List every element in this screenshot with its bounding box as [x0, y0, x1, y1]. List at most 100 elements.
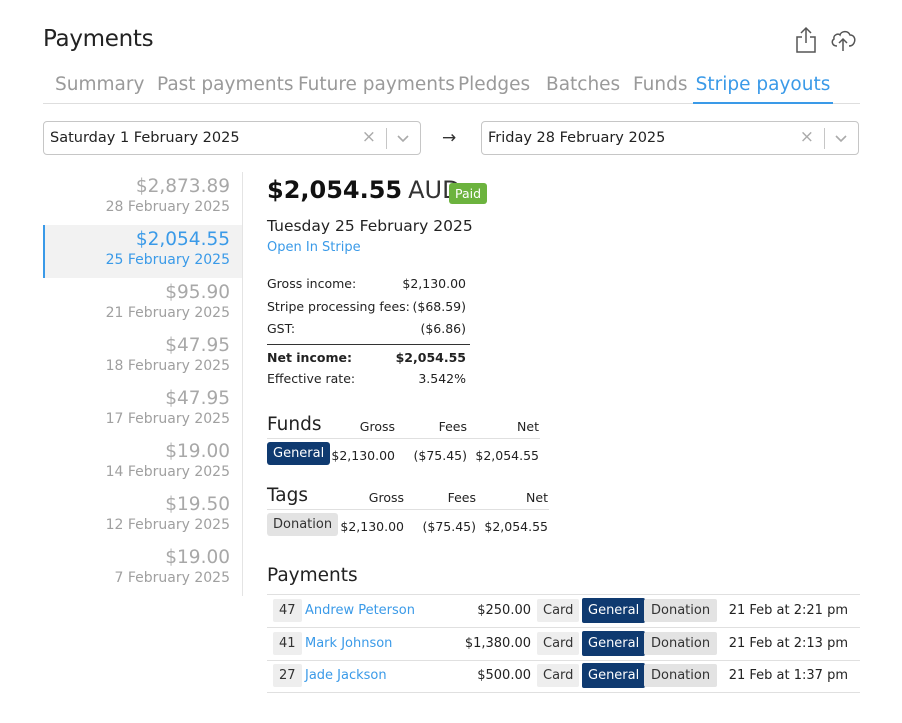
payment-time: 21 Feb at 2:21 pm	[728, 603, 848, 618]
payout-date: 28 February 2025	[105, 199, 230, 215]
payment-fund-chip[interactable]: General	[582, 631, 646, 656]
open-in-stripe-link[interactable]: Open In Stripe	[267, 240, 361, 255]
date-range-arrow: →	[442, 128, 457, 148]
tab-pledges[interactable]: Pledges	[458, 72, 530, 104]
payout-amount: $19.00	[165, 441, 230, 462]
payout-date: 17 February 2025	[105, 411, 230, 427]
payment-tag-chip[interactable]: Donation	[644, 599, 718, 622]
clear-end-date-icon[interactable]: ×	[800, 127, 814, 147]
payment-method-badge: Card	[537, 599, 580, 622]
payment-method-badge: Card	[537, 632, 580, 655]
payout-amount: $19.00	[165, 547, 230, 568]
payment-row[interactable]: 27 Jade Jackson $500.00 Card General Don…	[267, 660, 860, 693]
payout-list-item[interactable]: $47.95 17 February 2025	[43, 384, 242, 437]
payout-amount: $47.95	[165, 388, 230, 409]
tags-header-gross: Gross	[368, 490, 404, 505]
end-date-value: Friday 28 February 2025	[488, 130, 666, 146]
payment-name-link[interactable]: Andrew Peterson	[305, 603, 415, 618]
summary-label: Net income:	[267, 349, 352, 365]
payout-list-item[interactable]: $19.00 14 February 2025	[43, 437, 242, 490]
payout-list-item[interactable]: $19.00 7 February 2025	[43, 543, 242, 596]
funds-header-gross: Gross	[359, 419, 395, 434]
chevron-down-icon[interactable]	[832, 129, 850, 147]
tag-chip-donation[interactable]: Donation	[267, 513, 339, 536]
payments-section-title: Payments	[267, 565, 358, 586]
payment-name-link[interactable]: Jade Jackson	[305, 668, 387, 683]
payment-row[interactable]: 41 Mark Johnson $1,380.00 Card General D…	[267, 628, 860, 661]
payment-row[interactable]: 47 Andrew Peterson $250.00 Card General …	[267, 595, 860, 628]
funds-cell-fees: ($75.45)	[413, 448, 468, 463]
summary-value: 3.542%	[418, 370, 466, 386]
payout-list-item[interactable]: $19.50 12 February 2025	[43, 490, 242, 543]
tags-cell-net: $2,054.55	[484, 519, 548, 534]
start-date-select[interactable]: Saturday 1 February 2025 ×	[43, 121, 421, 155]
payout-amount-value: $2,054.55	[267, 176, 403, 204]
tab-stripe-payouts[interactable]: Stripe payouts	[693, 72, 833, 104]
payout-amount: $47.95	[165, 335, 230, 356]
tags-header-divider	[267, 509, 549, 510]
funds-cell-gross: $2,130.00	[331, 448, 395, 463]
summary-row-gross: Gross income: $2,130.00	[267, 276, 470, 299]
payout-date: 12 February 2025	[105, 517, 230, 533]
payout-list-item-selected[interactable]: $2,054.55 25 February 2025	[43, 225, 242, 278]
start-date-value: Saturday 1 February 2025	[50, 130, 240, 146]
payment-amount: $1,380.00	[464, 636, 531, 651]
share-icon[interactable]	[793, 26, 819, 54]
select-divider	[824, 128, 825, 149]
payment-amount: $500.00	[477, 668, 531, 683]
end-date-select[interactable]: Friday 28 February 2025 ×	[481, 121, 859, 155]
payment-fund-chip[interactable]: General	[582, 598, 646, 623]
tags-cell-fees: ($75.45)	[422, 519, 477, 534]
payout-amount: $2,054.55	[135, 229, 230, 250]
chevron-down-icon[interactable]	[394, 129, 412, 147]
payout-date: 21 February 2025	[105, 305, 230, 321]
summary-value: ($68.59)	[412, 298, 467, 314]
payment-time: 21 Feb at 2:13 pm	[728, 636, 848, 651]
payment-tag-chip[interactable]: Donation	[644, 632, 718, 655]
fund-chip-general[interactable]: General	[267, 442, 331, 465]
payout-amount: $19.50	[165, 494, 230, 515]
payment-tag-chip[interactable]: Donation	[644, 664, 718, 687]
tags-cell-gross: $2,130.00	[340, 519, 404, 534]
payment-amount: $250.00	[477, 603, 531, 618]
page-title: Payments	[43, 26, 154, 52]
funds-section-title: Funds	[267, 414, 322, 435]
payout-date: 25 February 2025	[105, 252, 230, 268]
payment-number: 47	[273, 599, 302, 622]
summary-value: $2,054.55	[395, 349, 466, 365]
payment-method-badge: Card	[537, 664, 580, 687]
summary-label: Gross income:	[267, 276, 357, 291]
payout-list-item[interactable]: $47.95 18 February 2025	[43, 331, 242, 384]
payout-list-item[interactable]: $2,873.89 28 February 2025	[43, 172, 242, 225]
summary-row-rate: Effective rate: 3.542%	[267, 371, 470, 394]
cloud-upload-icon[interactable]	[829, 26, 857, 54]
tab-summary[interactable]: Summary	[55, 72, 144, 104]
tab-funds[interactable]: Funds	[633, 72, 687, 104]
summary-row-fees: Stripe processing fees: ($68.59)	[267, 299, 470, 322]
funds-header-divider	[267, 438, 540, 439]
payout-amount-heading: $2,054.55 AUD	[267, 176, 461, 204]
summary-label: GST:	[267, 321, 296, 336]
summary-value: ($6.86)	[420, 321, 466, 336]
select-divider	[386, 128, 387, 149]
summary-label: Effective rate:	[267, 370, 356, 386]
tab-batches[interactable]: Batches	[546, 72, 620, 104]
payout-list-item[interactable]: $95.90 21 February 2025	[43, 278, 242, 331]
payment-name-link[interactable]: Mark Johnson	[305, 636, 392, 651]
payout-date: 14 February 2025	[105, 464, 230, 480]
payout-date: 7 February 2025	[114, 570, 230, 586]
payment-number: 41	[273, 632, 302, 655]
summary-row-gst: GST: ($6.86)	[267, 321, 470, 344]
status-badge: Paid	[449, 183, 488, 204]
summary-row-net: Net income: $2,054.55	[267, 343, 470, 371]
funds-header-fees: Fees	[438, 419, 467, 434]
tags-header-net: Net	[526, 490, 548, 505]
payout-amount: $95.90	[165, 282, 230, 303]
tab-future-payments[interactable]: Future payments	[298, 72, 455, 104]
summary-value: $2,130.00	[402, 276, 466, 291]
payout-amount: $2,873.89	[135, 176, 230, 197]
tab-bar: Summary Past payments Future payments Pl…	[43, 72, 860, 104]
tab-past-payments[interactable]: Past payments	[157, 72, 293, 104]
clear-start-date-icon[interactable]: ×	[362, 127, 376, 147]
payment-fund-chip[interactable]: General	[582, 663, 646, 688]
